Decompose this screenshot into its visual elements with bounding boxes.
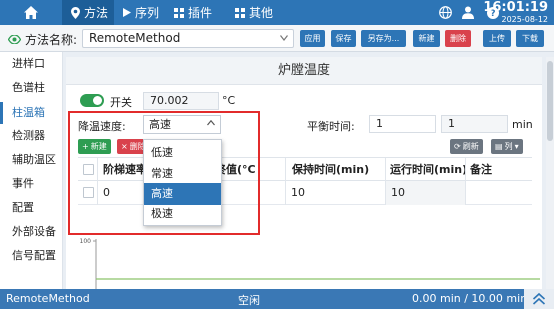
column-header[interactable]: 备注 [466,158,532,182]
top-navigation-bar: 方法 序列 插件 其他 ? 16:01:19 2025-08-12 [0,0,554,25]
status-state: 空闲 [238,294,260,307]
tab-method[interactable]: 方法 [62,0,114,25]
new-method-button[interactable]: 新建 [413,30,440,47]
oven-switch-toggle[interactable] [80,94,104,107]
grid-icon [174,7,184,18]
globe-button[interactable] [439,0,452,25]
column-header[interactable]: 保持时间(min) [286,158,386,182]
scrollbar-thumb[interactable] [547,61,553,141]
table-cell[interactable] [466,181,532,205]
sidebar-item-column[interactable]: 色谱柱 [0,77,63,99]
tab-label: 其他 [249,6,274,20]
sidebar-item-inlet[interactable]: 进样口 [0,53,63,75]
sidebar-item-signal-config[interactable]: 信号配置 [0,245,63,267]
method-select-value: RemoteMethod [89,31,181,45]
status-bar: RemoteMethod 空闲 0.00 min / 10.00 min [0,289,554,309]
home-icon [24,6,38,19]
location-pin-icon [71,6,80,19]
tab-sequence[interactable]: 序列 [122,0,159,25]
balance-time-input[interactable]: 1 [369,115,436,133]
sidebar-item-config[interactable]: 配置 [0,197,63,219]
user-button[interactable] [462,0,474,25]
delete-method-button[interactable]: 删除 [445,30,471,47]
refresh-button[interactable]: ⟳ 刷新 [450,139,483,154]
panel-title: 炉膛温度 [66,57,542,85]
column-header[interactable]: 运行时间(min) [386,158,466,182]
apply-button[interactable]: 应用 [300,30,325,47]
method-name-label: 方法名称: [8,31,77,48]
status-method: RemoteMethod [6,292,90,305]
upload-button[interactable]: 上传 [483,30,511,47]
play-icon [123,8,131,17]
vertical-scrollbar[interactable] [546,57,554,289]
caret-down-icon: ▾ [514,142,519,151]
sidebar-item-external-devices[interactable]: 外部设备 [0,221,63,243]
temperature-field[interactable]: 70.002 [143,92,219,110]
save-button[interactable]: 保存 [331,30,356,47]
sidebar-item-oven[interactable]: 柱温箱 [0,102,63,124]
tab-other[interactable]: 其他 [235,0,273,25]
table-cell: 10 [386,181,466,205]
save-as-button[interactable]: 另存为... [361,30,406,47]
clock-date: 2025-08-12 [501,15,549,24]
clock: 16:01:19 2025-08-12 [483,1,548,24]
tab-plugins[interactable]: 插件 [174,0,212,25]
method-label-text: 方法名称: [25,33,78,47]
refresh-icon: ⟳ [454,142,461,151]
chevron-down-icon [280,35,288,41]
highlight-box [68,111,260,235]
home-button[interactable] [0,0,62,25]
double-chevron-up-icon [532,292,546,305]
download-button[interactable]: 下载 [516,30,544,47]
temperature-unit: °C [222,94,236,107]
balance-time-label: 平衡时间: [307,120,355,133]
refresh-label: 刷新 [462,142,479,151]
balance-time-readonly: 1 [441,115,508,133]
tab-label: 插件 [188,6,213,20]
switch-label: 开关 [110,96,132,109]
sidebar-item-aux-zone[interactable]: 辅助温区 [0,149,63,171]
grid-icon [235,7,245,18]
status-progress: 0.00 min / 10.00 min [412,292,528,305]
method-toolbar: 方法名称: RemoteMethod 应用 保存 另存为... 新建 删除 上传… [0,25,554,52]
columns-icon: ▤ [495,142,503,151]
chart-y-tick-label: 100 [80,238,92,245]
tab-label: 序列 [135,6,160,20]
table-cell[interactable]: 10 [286,181,386,205]
scroll-to-top-button[interactable] [524,289,554,309]
balance-time-unit: min [512,118,533,131]
clock-time: 16:01:19 [483,0,548,15]
columns-button[interactable]: ▤ 列 ▾ [491,139,523,154]
sidebar-item-events[interactable]: 事件 [0,173,63,195]
temperature-program-chart: 100 [80,238,540,289]
eye-icon [8,35,21,44]
sidebar-item-detector[interactable]: 检测器 [0,125,63,147]
columns-label: 列 [504,142,513,151]
tab-label: 方法 [84,6,109,20]
method-select[interactable]: RemoteMethod [82,29,294,48]
globe-icon [439,6,452,19]
sidebar: 进样口 色谱柱 柱温箱 检测器 辅助温区 事件 配置 外部设备 信号配置 [0,52,63,289]
user-icon [462,6,474,19]
